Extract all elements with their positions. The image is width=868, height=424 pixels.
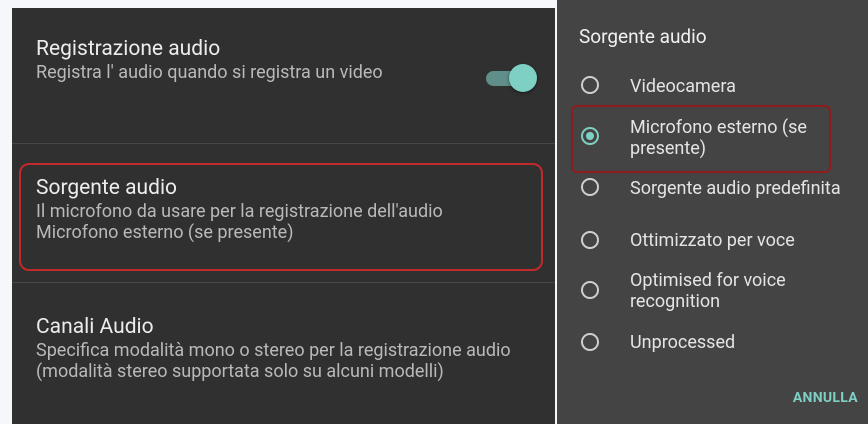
settings-list: Registrazione audio Registra l' audio qu…	[12, 8, 555, 424]
option-label: Sorgente audio predefinita	[630, 178, 841, 199]
setting-summary: Registra l' audio quando si registra un …	[36, 62, 383, 83]
option-highlight-box	[571, 105, 831, 173]
setting-title: Canali Audio	[36, 315, 154, 339]
audio-source-dialog: Sorgente audio Videocamera Microfono est…	[557, 0, 868, 424]
dialog-title: Sorgente audio	[579, 25, 707, 48]
radio-button[interactable]	[581, 333, 599, 351]
setting-value: Microfono esterno (se presente)	[36, 222, 294, 243]
option-voice[interactable]: Ottimizzato per voce	[557, 222, 868, 262]
setting-record-audio[interactable]: Registrazione audio Registra l' audio qu…	[36, 36, 555, 83]
option-label: Optimised for voice recognition	[630, 270, 786, 312]
setting-summary: Il microfono da usare per la registrazio…	[36, 201, 443, 222]
divider	[12, 143, 555, 144]
option-label: Ottimizzato per voce	[630, 230, 795, 251]
option-label: Videocamera	[630, 76, 736, 97]
option-label: Unprocessed	[630, 332, 736, 353]
radio-button[interactable]	[581, 178, 599, 196]
toggle-thumb	[509, 64, 537, 92]
option-voice-recognition[interactable]: Optimised for voice recognition	[557, 268, 868, 318]
divider	[12, 282, 555, 283]
setting-summary: Specifica modalità mono o stereo per la …	[36, 340, 511, 382]
radio-button[interactable]	[581, 76, 599, 94]
option-videocamera[interactable]: Videocamera	[557, 66, 868, 106]
cancel-button[interactable]: ANNULLA	[793, 390, 858, 406]
option-default-source[interactable]: Sorgente audio predefinita	[557, 170, 868, 210]
radio-button[interactable]	[581, 231, 599, 249]
setting-audio-source[interactable]: Sorgente audio Il microfono da usare per…	[36, 175, 555, 243]
option-unprocessed[interactable]: Unprocessed	[557, 324, 868, 364]
record-audio-toggle[interactable]	[486, 64, 538, 92]
setting-title: Registrazione audio	[36, 37, 221, 61]
setting-title: Sorgente audio	[36, 176, 178, 200]
radio-button[interactable]	[581, 281, 599, 299]
setting-audio-channels[interactable]: Canali Audio Specifica modalità mono o s…	[36, 314, 555, 382]
